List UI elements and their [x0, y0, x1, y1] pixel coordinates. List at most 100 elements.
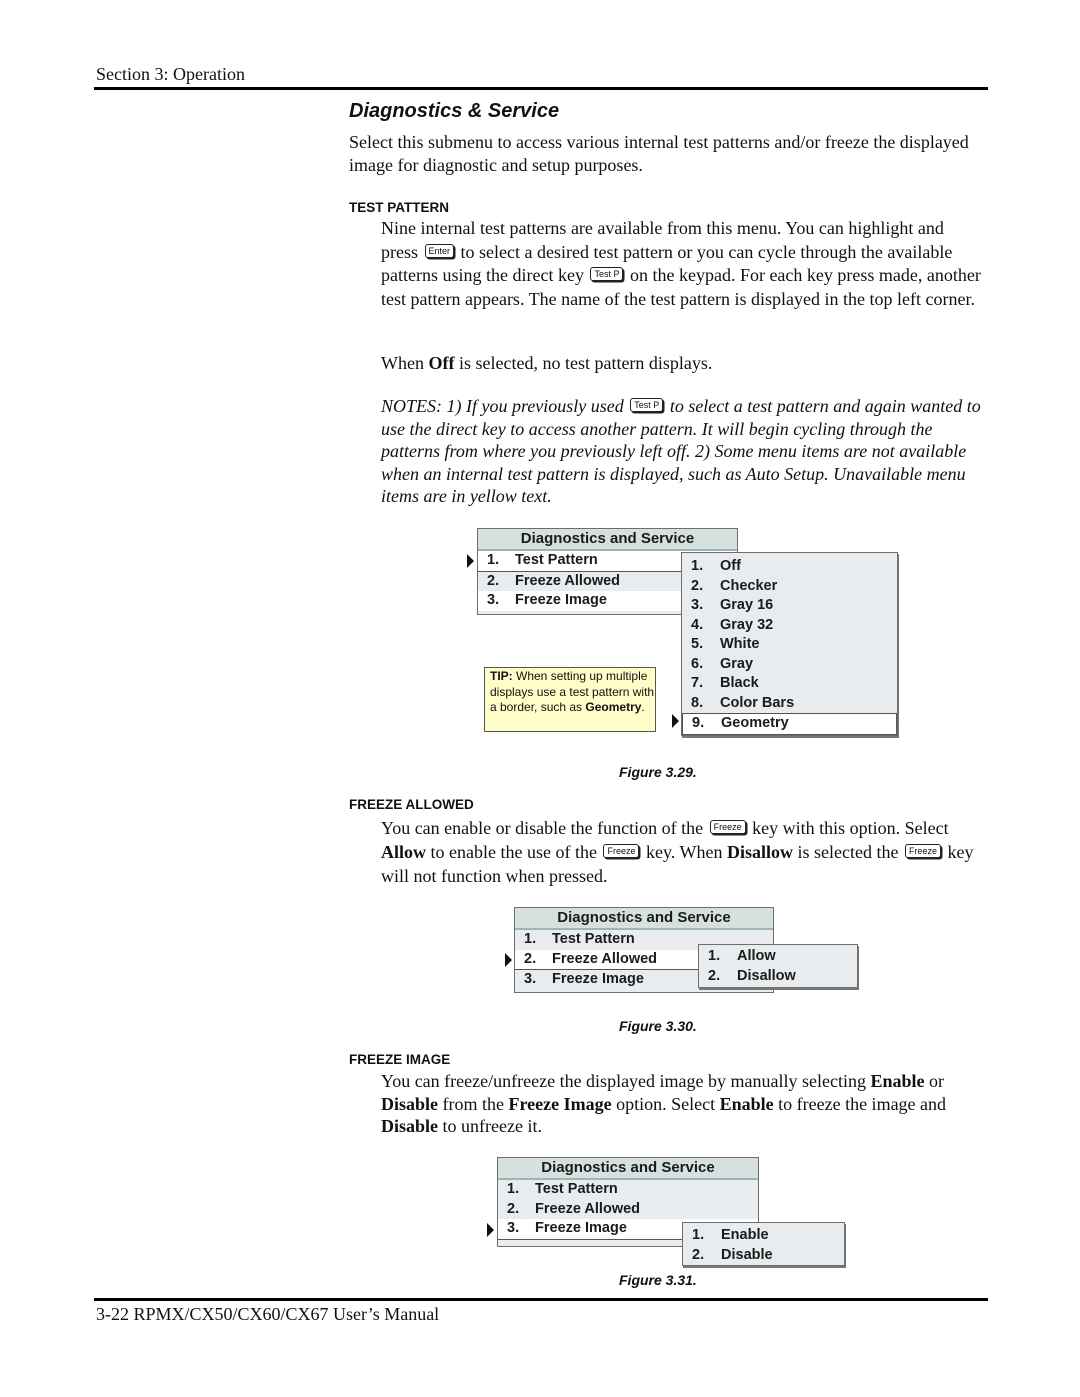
selection-pointer-icon — [505, 953, 512, 967]
text: is selected the — [792, 842, 903, 862]
item-number: 3. — [691, 597, 704, 613]
selection-pointer-icon — [467, 554, 474, 568]
freeze-image-paragraph: You can freeze/unfreeze the displayed im… — [381, 1070, 981, 1138]
menu-title: Diagnostics and Service — [498, 1158, 758, 1180]
freeze-key-icon: Freeze — [904, 844, 941, 858]
item-number: 2. — [487, 572, 500, 589]
freeze-image-submenu: 1. Enable 2. Disable — [682, 1222, 845, 1266]
intro-paragraph: Select this submenu to access various in… — [349, 132, 969, 175]
figure-caption: Figure 3.31. — [619, 1272, 697, 1288]
item-label: Off — [720, 558, 741, 574]
submenu-item-allow[interactable]: 1. Allow — [699, 947, 857, 967]
bold-text: Enable — [719, 1093, 774, 1114]
text: When — [381, 353, 429, 373]
test-pattern-heading: TEST PATTERN — [349, 200, 449, 215]
tip-bold: Geometry — [585, 700, 642, 714]
selection-pointer-icon — [672, 714, 679, 728]
item-label: Disallow — [737, 967, 796, 984]
item-number: 1. — [708, 948, 721, 964]
item-label: Black — [720, 675, 759, 691]
item-label: Freeze Allowed — [515, 572, 621, 589]
freeze-key-icon: Freeze — [709, 820, 746, 834]
item-label: Enable — [721, 1227, 769, 1243]
menu-title: Diagnostics and Service — [515, 908, 773, 930]
submenu-item-color-bars[interactable]: 8. Color Bars — [682, 694, 897, 714]
item-label: Geometry — [721, 715, 789, 731]
item-label: White — [720, 636, 760, 652]
item-number: 1. — [487, 552, 500, 568]
test-pattern-submenu: 1. Off 2. Checker 3. Gray 16 4. Gray 32 5. Wh… — [681, 552, 898, 736]
menu-item-freeze-allowed[interactable]: 2. Freeze Allowed — [498, 1200, 758, 1220]
notes-paragraph: NOTES: 1) If you previously used Test P … — [381, 395, 981, 508]
bold-text: Disable — [381, 1093, 439, 1114]
tip-box: TIP: When setting up multiple displays u… — [484, 667, 656, 732]
item-number: 3. — [487, 592, 500, 608]
text: key with this option. Select — [747, 818, 949, 838]
test-p-key-icon: Test P — [590, 267, 624, 282]
text: You can freeze/unfreeze the displayed im… — [381, 1071, 871, 1091]
bold-text: Off — [428, 353, 455, 373]
text: from the — [438, 1093, 509, 1114]
submenu-item-off[interactable]: 1. Off — [682, 557, 897, 577]
section-header: Section 3: Operation — [96, 64, 245, 84]
text: key. When — [641, 842, 727, 862]
freeze-allowed-heading: FREEZE ALLOWED — [349, 797, 474, 812]
submenu-item-gray[interactable]: 6. Gray — [682, 655, 897, 675]
item-label: Test Pattern — [535, 1181, 618, 1197]
submenu-item-disable[interactable]: 2. Disable — [683, 1246, 844, 1266]
text: to freeze the image and — [773, 1093, 947, 1114]
submenu-item-gray-16[interactable]: 3. Gray 16 — [682, 596, 897, 616]
bold-text: Allow — [381, 842, 426, 862]
item-label: Freeze Image — [515, 592, 607, 608]
submenu-item-black[interactable]: 7. Black — [682, 674, 897, 694]
text: to enable the use of the — [426, 842, 602, 862]
bold-text: Disable — [381, 1116, 439, 1136]
footer-text: 3-22 RPMX/CX50/CX60/CX67 User’s Manual — [96, 1304, 440, 1324]
submenu-item-gray-32[interactable]: 4. Gray 32 — [682, 616, 897, 636]
text: to unfreeze it. — [438, 1116, 542, 1136]
item-number: 1. — [691, 558, 704, 574]
figure-caption: Figure 3.29. — [619, 764, 697, 780]
bold-text: Enable — [870, 1071, 925, 1091]
test-p-key-icon: Test P — [630, 398, 664, 412]
off-paragraph: When Off is selected, no test pattern di… — [381, 352, 981, 375]
item-number: 3. — [524, 971, 537, 987]
item-number: 6. — [691, 655, 704, 672]
submenu-item-enable[interactable]: 1. Enable — [683, 1226, 844, 1246]
item-number: 2. — [691, 577, 704, 594]
submenu-item-geometry[interactable]: 9. Geometry — [682, 713, 897, 735]
item-label: Freeze Image — [552, 971, 644, 987]
page-title: Diagnostics & Service — [349, 100, 560, 122]
item-number: 2. — [708, 967, 721, 984]
item-label: Checker — [720, 577, 778, 594]
item-label: Gray 32 — [720, 616, 774, 633]
text: You can enable or disable the function o… — [381, 818, 708, 838]
item-label: Allow — [737, 948, 776, 964]
submenu-item-disallow[interactable]: 2. Disallow — [699, 967, 857, 987]
freeze-allowed-submenu: 1. Allow 2. Disallow — [698, 944, 858, 988]
item-number: 9. — [692, 715, 705, 731]
item-label: Freeze Allowed — [535, 1200, 641, 1217]
item-number: 8. — [691, 694, 704, 711]
test-pattern-paragraph: Nine internal test patterns are availabl… — [381, 217, 981, 311]
item-number: 7. — [691, 675, 704, 691]
item-label: Freeze Allowed — [552, 950, 658, 967]
item-label: Freeze Image — [535, 1220, 627, 1236]
text: or — [924, 1071, 945, 1091]
item-label: Color Bars — [720, 694, 795, 711]
item-label: Disable — [721, 1246, 773, 1263]
item-label: Gray — [720, 655, 754, 672]
enter-key-icon: Enter — [424, 243, 455, 258]
selection-pointer-icon — [487, 1223, 494, 1237]
text: option. Select — [611, 1093, 720, 1114]
freeze-image-heading: FREEZE IMAGE — [349, 1052, 451, 1067]
item-label: Test Pattern — [515, 552, 598, 568]
item-label: Test Pattern — [552, 931, 635, 947]
menu-item-test-pattern[interactable]: 1. Test Pattern — [498, 1180, 758, 1200]
item-number: 2. — [692, 1246, 705, 1263]
submenu-item-checker[interactable]: 2. Checker — [682, 577, 897, 597]
item-number: 1. — [507, 1181, 520, 1197]
freeze-allowed-paragraph: You can enable or disable the function o… — [381, 816, 981, 888]
submenu-item-white[interactable]: 5. White — [682, 635, 897, 655]
menu-title: Diagnostics and Service — [478, 529, 737, 551]
